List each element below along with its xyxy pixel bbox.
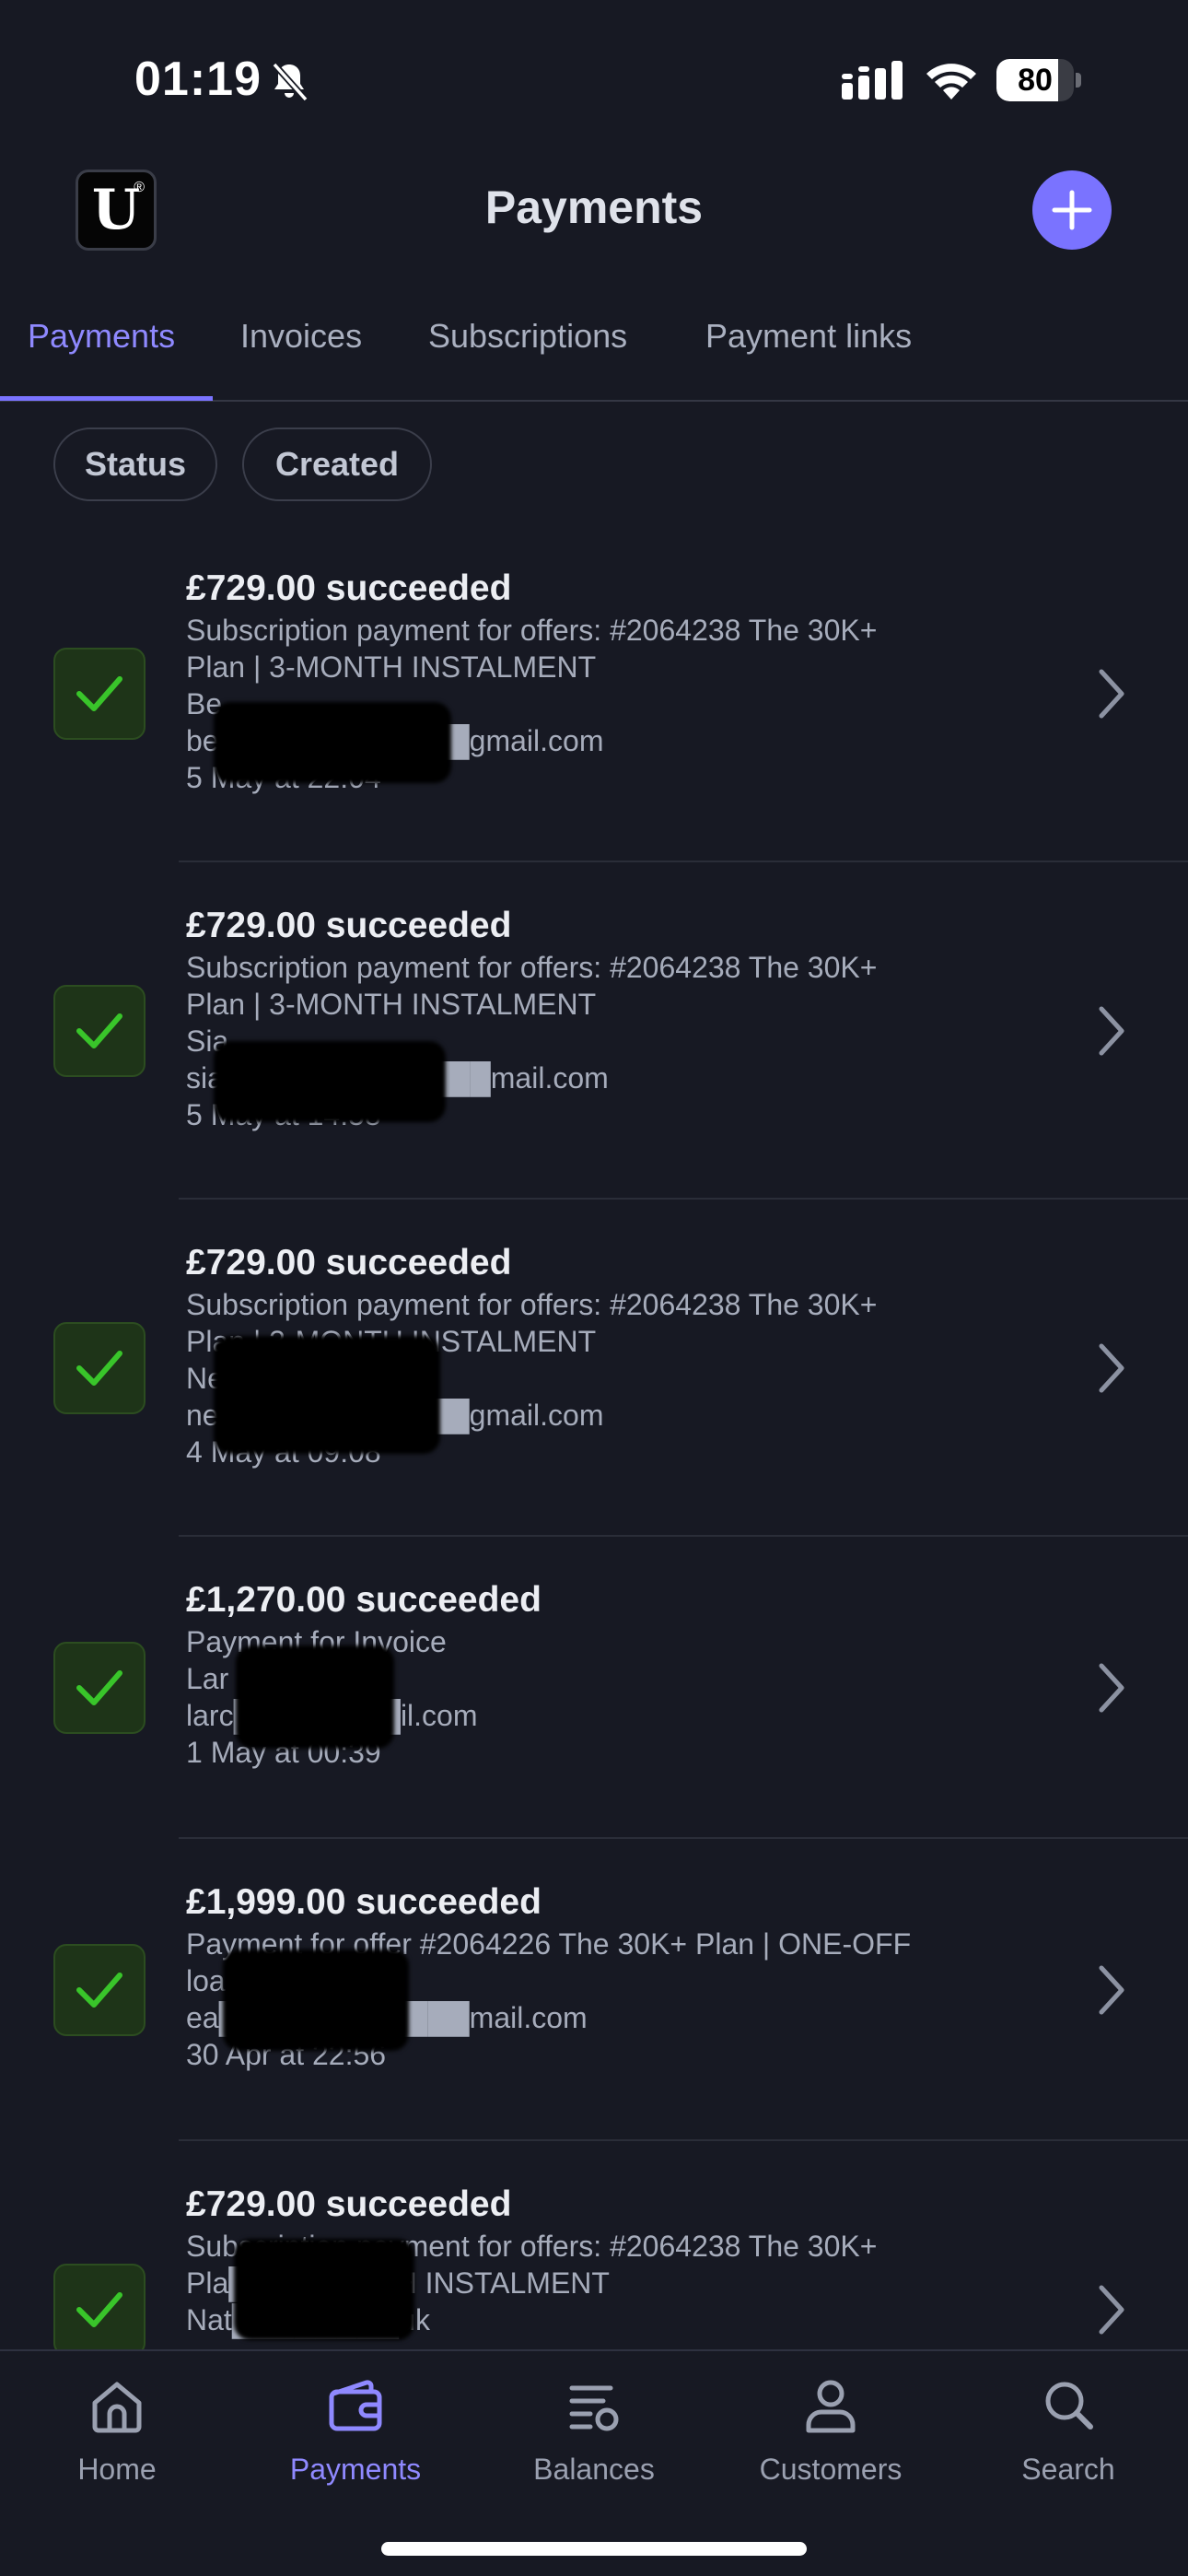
tab-payment-links[interactable]: Payment links xyxy=(705,317,912,356)
battery-icon: 80 xyxy=(996,59,1081,101)
tab-bar: Payments Invoices Subscriptions Payment … xyxy=(0,300,1188,402)
payment-amount-status: £729.00 succeeded xyxy=(186,1243,512,1282)
created-filter-chip[interactable]: Created xyxy=(242,427,432,501)
succeeded-badge xyxy=(53,2264,146,2349)
nav-home[interactable]: Home xyxy=(11,2373,223,2512)
redaction-block xyxy=(214,702,451,783)
succeeded-badge xyxy=(53,1642,146,1734)
check-icon xyxy=(76,1013,122,1048)
home-indicator xyxy=(381,2542,807,2556)
succeeded-badge xyxy=(53,1322,146,1414)
payment-amount-status: £1,999.00 succeeded xyxy=(186,1882,542,1922)
payment-amount-status: £729.00 succeeded xyxy=(186,906,512,945)
nav-label: Search xyxy=(1021,2453,1115,2486)
succeeded-badge xyxy=(53,1944,146,2036)
redaction-block xyxy=(214,1336,440,1454)
tab-invoices[interactable]: Invoices xyxy=(240,317,362,356)
nav-search[interactable]: Search xyxy=(962,2373,1174,2512)
redaction-block xyxy=(236,1645,394,1749)
payment-row[interactable]: £729.00 succeeded Subscription payment f… xyxy=(0,862,1188,1200)
check-icon xyxy=(76,676,122,711)
redaction-block xyxy=(234,2239,414,2340)
plus-icon xyxy=(1052,190,1092,230)
balances-icon xyxy=(569,2385,619,2431)
wifi-icon xyxy=(926,64,976,100)
check-icon xyxy=(76,2292,122,2327)
battery-level: 80 xyxy=(1018,62,1053,98)
status-time: 01:19 xyxy=(134,53,262,106)
search-icon xyxy=(1045,2382,1093,2430)
tab-subscriptions[interactable]: Subscriptions xyxy=(428,317,627,356)
nav-payments[interactable]: Payments xyxy=(250,2373,461,2512)
chevron-right-icon xyxy=(1099,1343,1124,1393)
payment-amount-status: £729.00 succeeded xyxy=(186,568,512,608)
add-payment-button[interactable] xyxy=(1032,170,1112,250)
nav-label: Customers xyxy=(759,2453,903,2486)
payment-row[interactable]: £729.00 succeeded Subscription payment f… xyxy=(0,525,1188,862)
payment-amount-status: £729.00 succeeded xyxy=(186,2184,512,2224)
status-filter-chip[interactable]: Status xyxy=(53,427,217,501)
payment-description: Subscription payment for offers: #206423… xyxy=(186,951,878,984)
status-bar: 01:19 80 xyxy=(0,0,1188,157)
payment-list: £729.00 succeeded Subscription payment f… xyxy=(0,525,1188,2349)
payment-amount-status: £1,270.00 succeeded xyxy=(186,1580,542,1620)
payment-row[interactable]: £729.00 succeeded Subscription payment f… xyxy=(0,2141,1188,2349)
redaction-block xyxy=(223,1950,409,2051)
nav-customers[interactable]: Customers xyxy=(725,2373,937,2512)
person-icon xyxy=(806,2380,856,2433)
signal-icon xyxy=(842,61,903,100)
wallet-icon xyxy=(329,2380,382,2431)
chevron-right-icon xyxy=(1099,1965,1124,2015)
page-title: Payments xyxy=(484,181,704,233)
check-icon xyxy=(76,1973,122,2008)
check-icon xyxy=(76,1351,122,1386)
payment-row[interactable]: £729.00 succeeded Subscription payment f… xyxy=(0,1200,1188,1537)
tab-payments[interactable]: Payments xyxy=(28,317,175,356)
succeeded-badge xyxy=(53,648,146,740)
redaction-block xyxy=(214,1041,446,1122)
nav-label: Payments xyxy=(289,2453,422,2486)
payment-description: Subscription payment for offers: #206423… xyxy=(186,1288,878,1321)
chevron-right-icon xyxy=(1099,669,1124,719)
payment-description: Plan | 3-MONTH INSTALMENT xyxy=(186,988,597,1021)
home-icon xyxy=(92,2382,142,2433)
nav-label: Balances xyxy=(533,2453,655,2486)
payment-description: Plan | 3-MONTH INSTALMENT xyxy=(186,650,597,684)
payment-row[interactable]: £1,270.00 succeeded Payment for Invoice … xyxy=(0,1537,1188,1839)
nav-balances[interactable]: Balances xyxy=(488,2373,700,2512)
nav-label: Home xyxy=(77,2453,157,2486)
payment-row[interactable]: £1,999.00 succeeded Payment for offer #2… xyxy=(0,1839,1188,2141)
chevron-right-icon xyxy=(1099,1006,1124,1056)
chevron-right-icon xyxy=(1099,1663,1124,1713)
check-icon xyxy=(76,1670,122,1705)
succeeded-badge xyxy=(53,985,146,1077)
chevron-right-icon xyxy=(1099,2285,1124,2335)
active-tab-indicator xyxy=(0,396,213,401)
payment-description: Subscription payment for offers: #206423… xyxy=(186,614,878,647)
bell-muted-icon xyxy=(272,62,309,102)
